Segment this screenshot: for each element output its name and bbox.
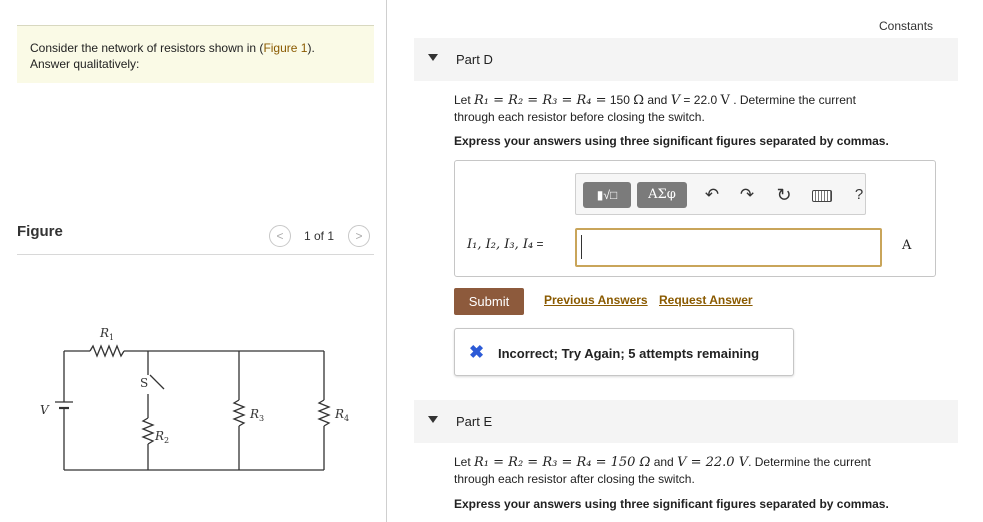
math-toolbar: ▮√□ ΑΣφ ↶ ↷ ↻ ? (575, 173, 866, 215)
part-e-instruction: Express your answers using three signifi… (454, 497, 889, 511)
resistor-r1 (89, 344, 125, 358)
prev-figure-button[interactable]: < (269, 225, 291, 247)
part-e-prompt-line-1: Let R₁ = R₂ = R₃ = R₄ = 150 Ω and V = 22… (454, 455, 871, 470)
figure-page-count: 1 of 1 (304, 229, 335, 243)
submit-button[interactable]: Submit (454, 288, 524, 315)
part-e-prompt-line-2: through each resistor after closing the … (454, 472, 695, 486)
part-e-title: Part E (456, 414, 493, 429)
undo-icon[interactable]: ↶ (699, 182, 725, 208)
collapse-caret-icon (428, 416, 438, 423)
reset-icon[interactable]: ↻ (771, 182, 797, 208)
part-d-instruction: Express your answers using three signifi… (454, 134, 889, 148)
part-d-prompt-line-2: through each resistor before closing the… (454, 110, 705, 124)
request-answer-link[interactable]: Request Answer (659, 293, 753, 307)
answer-variables-label: I₁, I₂, I₃, I₄ = (467, 237, 544, 252)
part-d-answer-box: ▮√□ ΑΣφ ↶ ↷ ↻ ? I₁, I₂, I₃, I₄ = A (454, 160, 936, 277)
previous-answers-link[interactable]: Previous Answers (544, 293, 648, 307)
feedback-message: ✖ Incorrect; Try Again; 5 attempts remai… (454, 328, 794, 376)
part-d-title: Part D (456, 52, 493, 67)
help-icon[interactable]: ? (846, 182, 872, 208)
resistor-r2 (141, 417, 155, 445)
redo-icon[interactable]: ↷ (734, 182, 760, 208)
part-e-prompt: Let R₁ = R₂ = R₃ = R₄ = 150 Ω and V = 22… (454, 454, 934, 487)
problem-intro: Consider the network of resistors shown … (17, 25, 374, 83)
constants-link[interactable]: Constants (879, 19, 933, 33)
label-r1: R1 (99, 326, 114, 342)
part-d-header[interactable]: Part D (414, 38, 958, 81)
collapse-caret-icon (428, 54, 438, 61)
greek-symbols-button[interactable]: ΑΣφ (637, 182, 687, 208)
resistor-r3 (232, 399, 246, 427)
resistor-r4 (317, 399, 331, 427)
label-voltage: V (40, 403, 50, 417)
answer-unit: A (902, 238, 912, 253)
answer-input[interactable] (575, 228, 882, 267)
label-r3: R3 (249, 407, 264, 423)
next-figure-button[interactable]: > (348, 225, 370, 247)
text-cursor (581, 235, 582, 259)
resistor-circuit-diagram: R1 R2 R3 R4 V S (40, 326, 349, 471)
intro-line-1: Consider the network of resistors shown … (30, 41, 315, 55)
panel-divider (386, 0, 387, 522)
figure-header: Figure < 1 of 1 > (17, 223, 374, 255)
label-r2: R2 (154, 429, 169, 445)
keyboard-icon[interactable] (809, 182, 835, 208)
label-switch: S (140, 376, 148, 390)
figure-link[interactable]: Figure 1 (263, 41, 307, 55)
switch-s (149, 374, 165, 390)
part-d-prompt-line-1: Let R₁ = R₂ = R₃ = R₄ = 150 Ω and V = 22… (454, 93, 856, 108)
incorrect-x-icon: ✖ (469, 342, 485, 362)
figure-title: Figure (17, 223, 63, 240)
label-r4: R4 (334, 407, 349, 423)
templates-button[interactable]: ▮√□ (583, 182, 631, 208)
part-e-header[interactable]: Part E (414, 400, 958, 443)
intro-line-2: Answer qualitatively: (30, 57, 140, 71)
part-d-prompt: Let R₁ = R₂ = R₃ = R₄ = 150 Ω and V = 22… (454, 92, 934, 125)
feedback-text: Incorrect; Try Again; 5 attempts remaini… (498, 346, 760, 361)
